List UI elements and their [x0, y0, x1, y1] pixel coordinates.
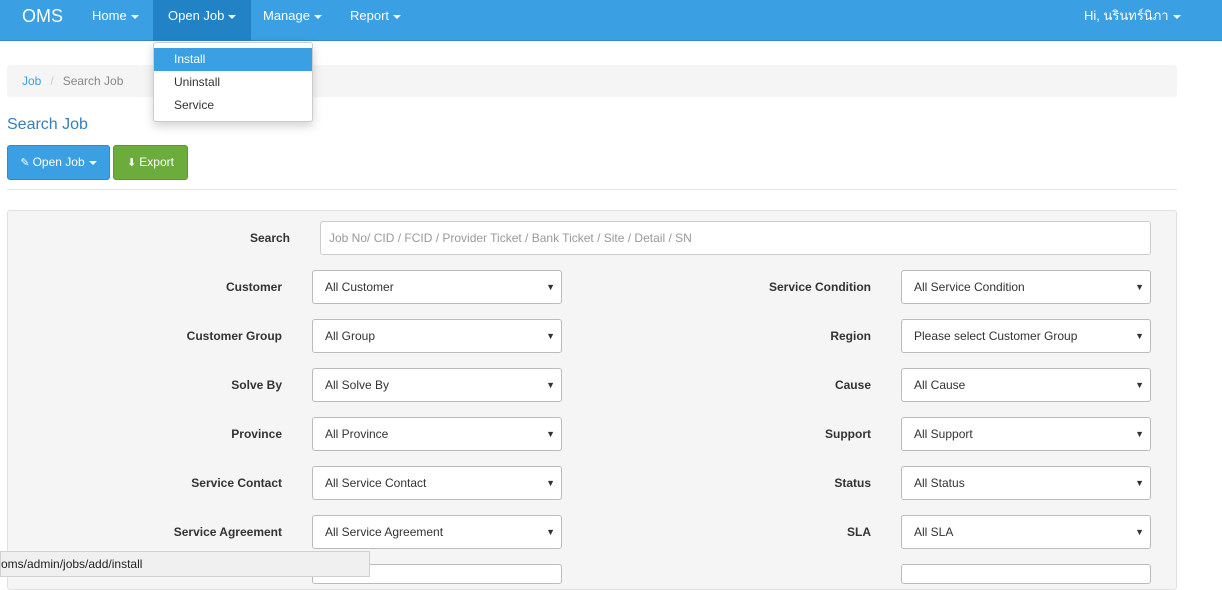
solve-by-select-value: All Solve By — [325, 378, 390, 392]
select-arrow-icon: ▼ — [1135, 429, 1144, 439]
solve-by-select[interactable]: All Solve By ▼ — [312, 368, 562, 402]
select-arrow-icon: ▼ — [546, 380, 555, 390]
support-select[interactable]: All Support ▼ — [901, 417, 1151, 451]
sla-label: SLA — [847, 525, 871, 539]
province-label: Province — [231, 427, 282, 441]
service-agreement-label: Service Agreement — [173, 525, 282, 539]
dropdown-item-uninstall[interactable]: Uninstall — [154, 71, 312, 94]
caret-down-icon — [88, 160, 97, 165]
customer-group-select-value: All Group — [325, 329, 376, 343]
customer-select[interactable]: All Customer ▼ — [312, 270, 562, 304]
nav-manage[interactable]: Manage — [263, 0, 322, 41]
next-row-input-right[interactable] — [901, 564, 1151, 584]
export-button[interactable]: ⬇ Export — [113, 145, 188, 180]
select-arrow-icon: ▼ — [1135, 282, 1144, 292]
select-arrow-icon: ▼ — [546, 282, 555, 292]
nav-home[interactable]: Home — [92, 0, 139, 41]
open-job-button[interactable]: ✎ Open Job — [7, 145, 110, 180]
page-title: Search Job — [7, 116, 88, 133]
caret-down-icon — [130, 14, 139, 19]
dropdown-item-service[interactable]: Service — [154, 94, 312, 117]
user-menu[interactable]: Hi, นรินทร์นิภา — [1084, 0, 1181, 41]
support-select-value: All Support — [914, 427, 973, 441]
service-condition-select[interactable]: All Service Condition ▼ — [901, 270, 1151, 304]
select-arrow-icon: ▼ — [1135, 380, 1144, 390]
nav-open-job-label: Open Job — [168, 8, 225, 23]
divider — [7, 189, 1177, 190]
status-label: Status — [834, 476, 871, 490]
customer-label: Customer — [225, 280, 282, 294]
select-arrow-icon: ▼ — [546, 527, 555, 537]
select-arrow-icon: ▼ — [1135, 478, 1144, 488]
service-contact-select[interactable]: All Service Contact ▼ — [312, 466, 562, 500]
caret-down-icon — [1172, 14, 1181, 19]
customer-group-select[interactable]: All Group ▼ — [312, 319, 562, 353]
nav-report[interactable]: Report — [350, 0, 402, 41]
service-agreement-select-value: All Service Agreement — [325, 525, 444, 539]
breadcrumb-separator: / — [50, 74, 54, 88]
export-button-label: Export — [139, 155, 174, 169]
customer-select-value: All Customer — [325, 280, 394, 294]
cause-label: Cause — [834, 378, 871, 392]
sla-select[interactable]: All SLA ▼ — [901, 515, 1151, 549]
select-arrow-icon: ▼ — [546, 478, 555, 488]
open-job-dropdown: Install Uninstall Service — [153, 42, 313, 122]
browser-status-bar: oms/admin/jobs/add/install — [0, 551, 370, 577]
cause-select-value: All Cause — [914, 378, 966, 392]
user-menu-label: Hi, นรินทร์นิภา — [1084, 8, 1169, 23]
search-label: Search — [249, 231, 290, 245]
search-input[interactable]: Job No/ CID / FCID / Provider Ticket / B… — [320, 221, 1151, 255]
caret-down-icon — [228, 14, 237, 19]
dropdown-item-install[interactable]: Install — [154, 48, 312, 71]
service-contact-select-value: All Service Contact — [325, 476, 427, 490]
service-contact-label: Service Contact — [191, 476, 282, 490]
select-arrow-icon: ▼ — [546, 429, 555, 439]
select-arrow-icon: ▼ — [1135, 331, 1144, 341]
province-select[interactable]: All Province ▼ — [312, 417, 562, 451]
region-select-value: Please select Customer Group — [914, 329, 1078, 343]
brand-logo[interactable]: OMS — [22, 0, 63, 32]
region-select[interactable]: Please select Customer Group ▼ — [901, 319, 1151, 353]
service-condition-select-value: All Service Condition — [914, 280, 1025, 294]
caret-down-icon — [393, 14, 402, 19]
support-label: Support — [825, 427, 871, 441]
nav-open-job[interactable]: Open Job — [153, 0, 252, 41]
service-agreement-select[interactable]: All Service Agreement ▼ — [312, 515, 562, 549]
nav-home-label: Home — [92, 8, 127, 23]
status-select[interactable]: All Status ▼ — [901, 466, 1151, 500]
top-navbar: OMS Home Open Job Manage Report Hi, นริน… — [0, 0, 1222, 41]
caret-down-icon — [313, 14, 322, 19]
province-select-value: All Province — [325, 427, 389, 441]
nav-report-label: Report — [350, 8, 390, 23]
status-select-value: All Status — [914, 476, 965, 490]
breadcrumb-link-job[interactable]: Job — [22, 74, 41, 88]
select-arrow-icon: ▼ — [1135, 527, 1144, 537]
open-job-button-label: Open Job — [32, 155, 85, 169]
sla-select-value: All SLA — [914, 525, 954, 539]
nav-manage-label: Manage — [263, 8, 310, 23]
pencil-icon: ✎ — [20, 157, 30, 169]
cause-select[interactable]: All Cause ▼ — [901, 368, 1151, 402]
download-icon: ⬇ — [127, 157, 137, 169]
customer-group-label: Customer Group — [186, 329, 282, 343]
region-label: Region — [830, 329, 871, 343]
select-arrow-icon: ▼ — [546, 331, 555, 341]
service-condition-label: Service Condition — [768, 280, 871, 294]
breadcrumb-current: Search Job — [62, 74, 124, 88]
solve-by-label: Solve By — [231, 378, 282, 392]
